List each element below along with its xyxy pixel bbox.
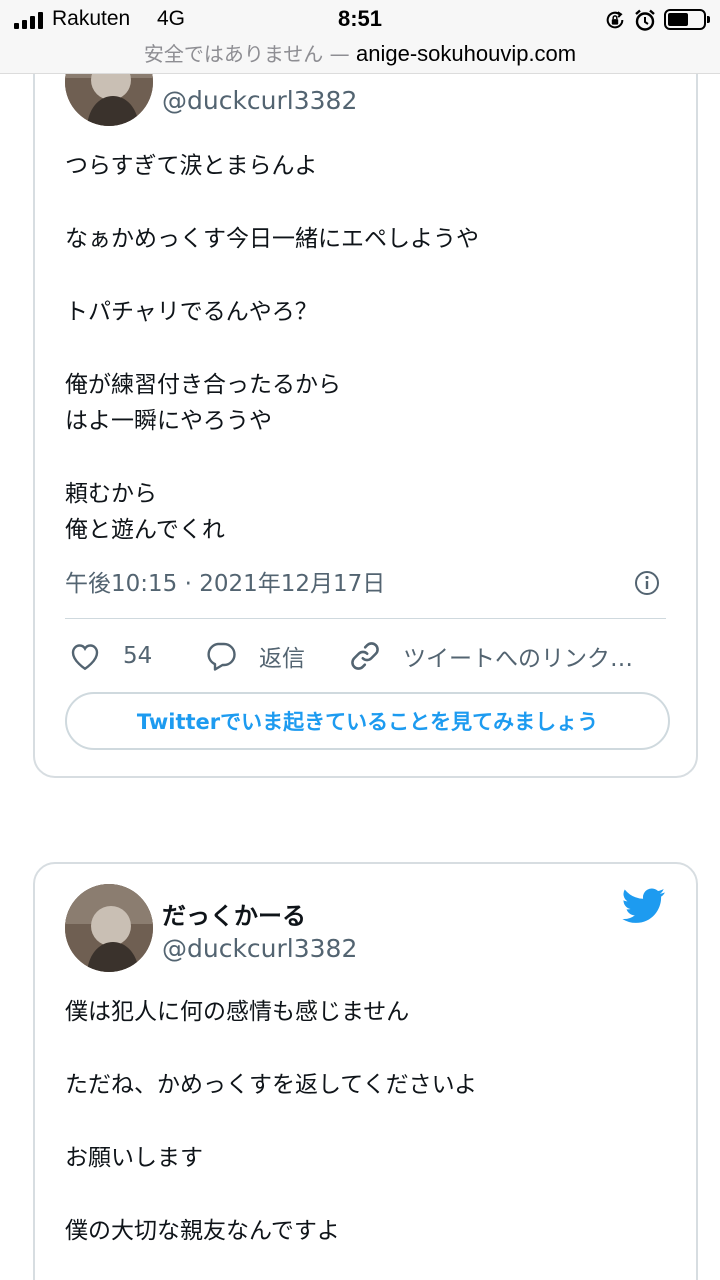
view-on-twitter-button[interactable]: Twitterでいま起きていることを見てみましょう [65,692,670,750]
avatar[interactable] [65,884,153,972]
status-bar: Rakuten 4G 8:51 [0,0,720,40]
tweet-line: はよ一瞬にやろうや [65,408,272,434]
tweet-line: トパチャリでるんやろ？ [65,299,318,325]
user-handle[interactable]: @duckcurl3382 [162,86,357,115]
tweet-line: つらすぎて涙とまらんよ [65,153,318,179]
tweet-line: ただね、かめっくすを返してくださいよ [65,1072,478,1098]
browser-top-bar: Rakuten 4G 8:51 安全ではありません — anige-sokuho… [0,0,720,74]
link-icon [351,642,379,670]
tweet-line: なぁかめっくす今日一緒にエペしようや [65,226,479,252]
tweet-timestamp[interactable]: 午後10:15 · 2021年12月17日 [65,564,385,598]
address-bar[interactable]: 安全ではありません — anige-sokuhouvip.com [0,38,720,67]
user-display-name[interactable]: だっくかーる [162,896,306,931]
like-count: 54 [123,643,153,669]
battery-icon [664,9,710,30]
info-icon[interactable] [634,570,660,596]
reply-bubble-icon [207,642,236,671]
url-host: anige-sokuhouvip.com [355,41,577,66]
divider [65,618,666,619]
tweet-line: 僕は犯人に何の感情も感じません [65,999,410,1025]
security-warning: 安全ではありません [143,42,324,66]
tweet-line: 俺と遊んでくれ [65,517,225,543]
heart-icon [71,644,99,671]
reply-button[interactable]: 返信 [203,636,305,676]
address-separator: — [329,42,350,66]
tweet-line: 僕の大切な親友なんですよ [65,1218,340,1244]
reply-label: 返信 [259,646,305,672]
like-button[interactable]: 54 [67,636,152,676]
tweet-line: お願いします [65,1145,203,1171]
tweet-actions: 54 返信 ツイートへのリンク… [65,636,675,676]
tweet-line: 俺が練習付き合ったるから [65,372,341,398]
lock-rotation-icon [606,11,624,29]
tweet-body: 僕は犯人に何の感情も感じません ただね、かめっくすを返してくださいよ お願いしま… [65,994,672,1249]
user-handle[interactable]: @duckcurl3382 [162,934,357,963]
tweet-card[interactable]: だっくかーる @duckcurl3382 僕は犯人に何の感情も感じません ただね… [33,862,698,1280]
copy-link-button[interactable]: ツイートへのリンク… [347,636,633,676]
alarm-icon [635,9,655,31]
tweet-line: 頼むから [65,481,157,507]
link-label: ツイートへのリンク… [403,646,633,672]
tweet-body: つらすぎて涙とまらんよ なぁかめっくす今日一緒にエペしようや トパチャリでるんや… [65,148,672,548]
tweet-card[interactable]: @duckcurl3382 つらすぎて涙とまらんよ なぁかめっくす今日一緒にエペ… [33,20,698,778]
twitter-bird-icon[interactable] [622,888,666,924]
